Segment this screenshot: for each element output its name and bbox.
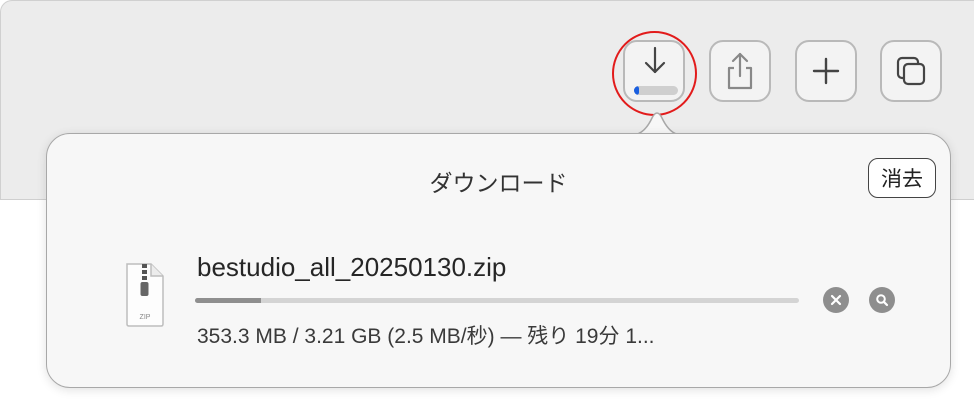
download-status: 353.3 MB / 3.21 GB (2.5 MB/秒) — 残り 19分 1…	[197, 325, 655, 348]
magnifier-icon[interactable]	[869, 287, 895, 313]
downloads-popover: ダウンロード 消去 ZIP bestudio_all_20250130.zip …	[46, 133, 951, 388]
share-button[interactable]	[709, 40, 771, 102]
plus-icon	[812, 57, 840, 85]
new-tab-button[interactable]	[795, 40, 857, 102]
file-name: bestudio_all_20250130.zip	[197, 252, 507, 282]
popover-arrow	[632, 112, 682, 136]
clear-button[interactable]: 消去	[868, 158, 936, 198]
download-progress-bar	[195, 298, 799, 303]
tabs-icon	[896, 56, 926, 86]
highlight-circle	[612, 31, 697, 116]
popover-title: ダウンロード	[429, 170, 568, 196]
cancel-icon[interactable]	[823, 287, 849, 313]
file-type-label: ZIP	[140, 314, 151, 321]
download-progress-fill	[195, 298, 262, 303]
zip-file-icon: ZIP	[126, 263, 164, 327]
share-icon	[727, 52, 753, 90]
tab-overview-button[interactable]	[880, 40, 942, 102]
